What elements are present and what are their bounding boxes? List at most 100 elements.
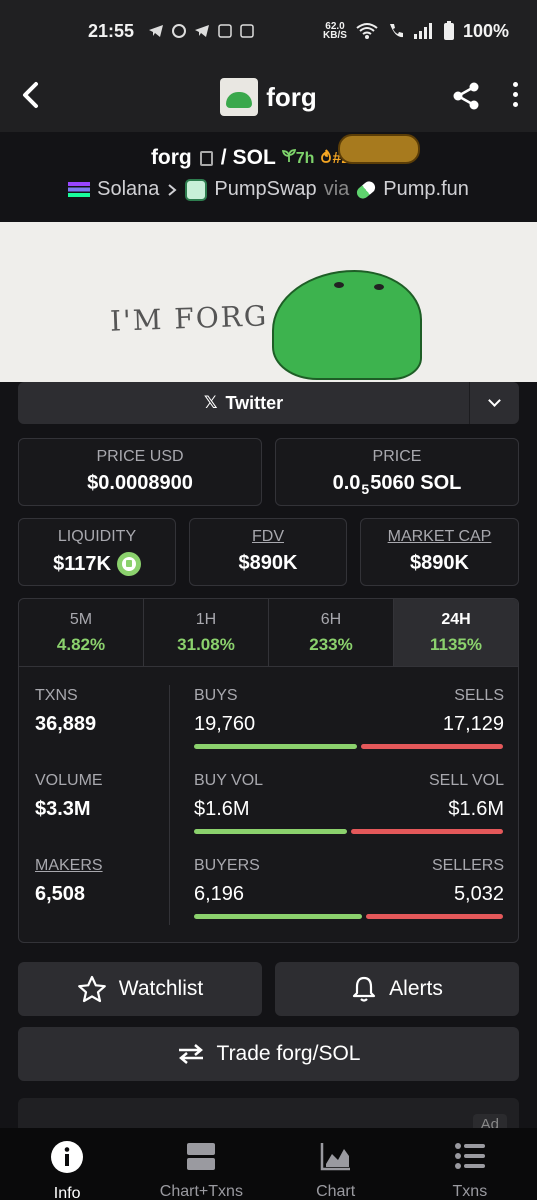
price-suffix: 5060 SOL — [370, 472, 462, 494]
makers-row: MAKERS 6,508 BUYERS 6,196 SELLERS 5,032 — [19, 837, 518, 922]
launchpad-name[interactable]: Pump.fun — [383, 178, 469, 201]
more-dot — [513, 92, 518, 97]
txns-row: TXNS 36,889 BUYS 19,760 SELLS 17,129 — [19, 667, 518, 752]
tab-change: 4.82% — [56, 635, 106, 654]
chevron-left-icon — [23, 82, 38, 108]
solana-icon — [68, 182, 91, 197]
status-time: 21:55 — [88, 20, 135, 41]
makers-label[interactable]: MAKERS — [35, 857, 103, 875]
star-icon — [77, 975, 106, 1003]
list-icon — [454, 1143, 485, 1169]
more-menu-button[interactable] — [511, 82, 521, 112]
frog-illustration — [272, 270, 422, 380]
copy-icon[interactable] — [199, 150, 213, 166]
nav-txns[interactable]: Txns — [403, 1128, 537, 1200]
wifi-icon — [356, 23, 378, 39]
nav-info[interactable]: Info — [0, 1128, 134, 1200]
signal-icon — [413, 23, 432, 39]
chain-name[interactable]: Solana — [97, 178, 159, 201]
calculator-icon — [218, 24, 232, 38]
sell-vol-label: SELL VOL — [428, 772, 504, 789]
flame-icon — [321, 148, 332, 163]
token-title: forg — [220, 78, 317, 116]
sells-bar-fill — [361, 744, 503, 749]
buyers-sellers-bar — [194, 914, 503, 919]
fdv-value: $890K — [238, 552, 298, 574]
pumpswap-icon — [185, 178, 208, 201]
tab-label: 24H — [441, 611, 471, 628]
system-icons: 62.0 KB/S 100% — [323, 21, 509, 42]
price-native-box: PRICE 0.055060 SOL — [275, 438, 519, 506]
trade-button[interactable]: Trade forg/SOL — [18, 1027, 519, 1081]
more-dot — [513, 82, 518, 87]
market-cap-label[interactable]: MARKET CAP — [361, 528, 518, 546]
nav-label: Chart+Txns — [159, 1183, 243, 1200]
liquidity-value-row: $117K — [19, 552, 175, 576]
pair-info: forg / SOL 7h #2 50 Solana PumpSwap via … — [0, 132, 537, 222]
sellers-bar-fill — [366, 914, 503, 919]
bell-icon — [353, 976, 376, 1002]
buyers-value: 6,196 — [194, 883, 245, 905]
makers-stat: MAKERS 6,508 — [35, 857, 103, 906]
nav-chart-txns[interactable]: Chart+Txns — [134, 1128, 268, 1200]
dex-name[interactable]: PumpSwap — [214, 178, 316, 201]
buyers-stat: BUYERS 6,196 — [194, 857, 260, 906]
sells-value: 17,129 — [442, 713, 504, 735]
via-label: via — [323, 178, 350, 200]
sprout-icon — [281, 148, 296, 162]
telegram-icon — [195, 25, 210, 37]
page-title: forg — [266, 81, 317, 112]
pair-age: 7h — [281, 148, 314, 168]
fdv-label[interactable]: FDV — [190, 528, 346, 546]
buyers-bar-fill — [194, 914, 362, 919]
net-speed: 62.0 KB/S — [323, 22, 347, 41]
price-native-value: 0.055060 SOL — [276, 472, 518, 497]
volume-stat: VOLUME $3.3M — [35, 772, 103, 821]
tab-6h[interactable]: 6H 233% — [269, 599, 394, 666]
share-icon — [453, 82, 479, 110]
tab-label: 1H — [195, 611, 217, 628]
lock-icon[interactable] — [116, 552, 141, 576]
app-header: forg — [0, 62, 537, 132]
share-button[interactable] — [451, 81, 481, 116]
pair-line: forg / SOL 7h #2 50 — [0, 146, 537, 170]
liquidity-value: $117K — [53, 552, 111, 575]
txns-value: 36,889 — [35, 713, 97, 735]
buys-value: 19,760 — [194, 713, 256, 735]
sellers-label: SELLERS — [431, 857, 504, 874]
twitter-button[interactable]: 𝕏 Twitter — [18, 382, 469, 424]
gmail-icon — [240, 24, 254, 38]
telegram-icon — [149, 25, 164, 37]
pinterest-icon — [172, 24, 187, 38]
watchlist-button[interactable]: Watchlist — [18, 962, 262, 1016]
buys-label: BUYS — [194, 687, 238, 704]
sell-vol-stat: SELL VOL $1.6M — [429, 772, 504, 821]
back-button[interactable] — [18, 80, 48, 114]
alerts-button[interactable]: Alerts — [275, 962, 519, 1016]
chart-icon — [320, 1143, 350, 1171]
alerts-label: Alerts — [389, 977, 443, 1000]
net-speed-unit: KB/S — [323, 30, 347, 41]
fdv-box: FDV $890K — [189, 518, 347, 586]
price-usd-label: PRICE USD — [96, 448, 184, 465]
x-logo-icon: 𝕏 — [203, 393, 218, 412]
tab-24h[interactable]: 24H 1135% — [394, 599, 518, 666]
chevron-down-icon — [488, 394, 501, 407]
timeframe-tabs: 5M 4.82% 1H 31.08% 6H 233% 24H 1135% — [19, 599, 518, 667]
buy-vol-stat: BUY VOL $1.6M — [194, 772, 263, 821]
tab-change: 31.08% — [177, 635, 235, 654]
sells-stat: SELLS 17,129 — [443, 687, 504, 736]
base-token: forg — [150, 146, 192, 169]
volume-row: VOLUME $3.3M BUY VOL $1.6M SELL VOL $1.6… — [19, 752, 518, 837]
tab-label: 6H — [320, 611, 342, 628]
tab-1h[interactable]: 1H 31.08% — [144, 599, 269, 666]
battery-level: 100% — [462, 20, 509, 41]
socials-dropdown-button[interactable] — [469, 382, 519, 424]
sellers-value: 5,032 — [453, 883, 504, 905]
makers-value: 6,508 — [35, 883, 86, 905]
tab-5m[interactable]: 5M 4.82% — [19, 599, 144, 666]
txns-label: TXNS — [35, 687, 78, 704]
nav-label: Info — [53, 1185, 81, 1200]
nav-chart[interactable]: Chart — [269, 1128, 403, 1200]
bottom-navigation: Info Chart+Txns Chart Txns — [0, 1128, 537, 1200]
